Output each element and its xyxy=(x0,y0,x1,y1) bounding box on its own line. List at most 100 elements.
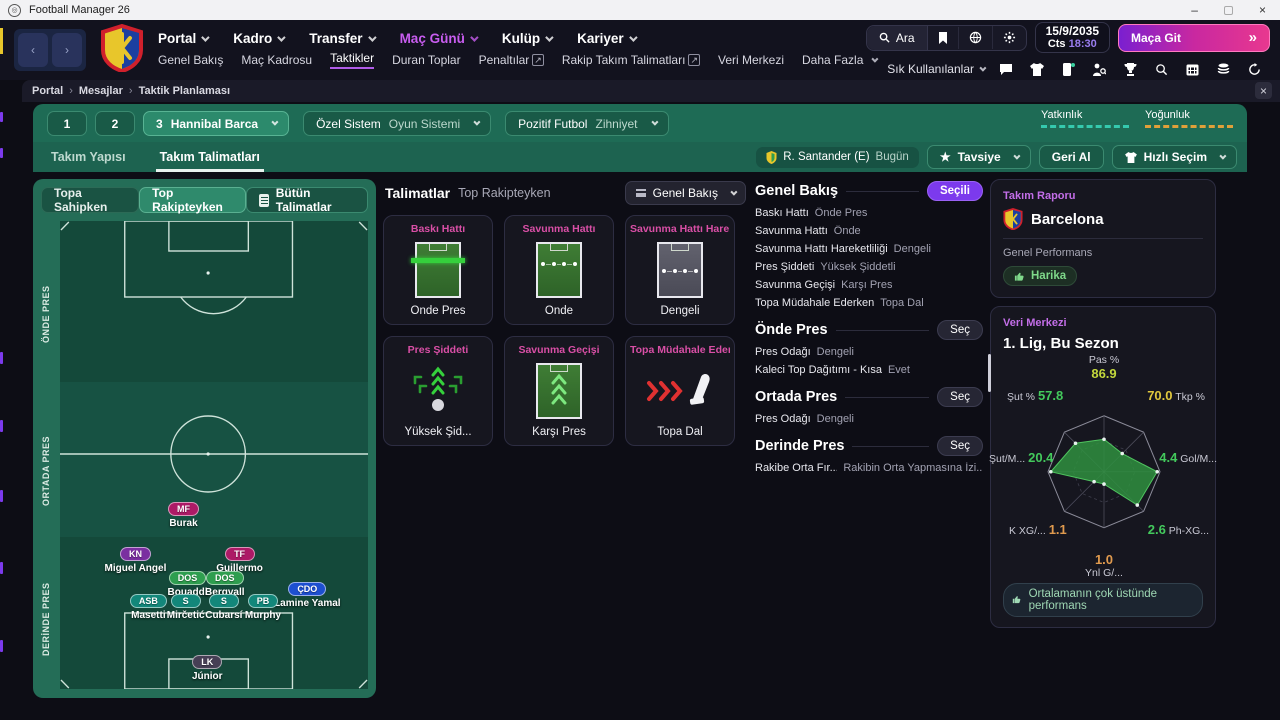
subnav-duran-toplar[interactable]: Duran Toplar xyxy=(392,53,460,67)
breadcrumb-mesajlar[interactable]: Mesajlar xyxy=(79,85,123,97)
quick-pick-dropdown[interactable]: Hızlı Seçim xyxy=(1111,145,1237,169)
subnav-veri-merkezi[interactable]: Veri Merkezi xyxy=(718,53,784,67)
messages-icon[interactable] xyxy=(994,57,1018,81)
data-hub-card[interactable]: Veri Merkezi 1. Lig, Bu Sezon Pas % 86.9 7… xyxy=(989,305,1217,628)
scouting-icon[interactable] xyxy=(1087,57,1111,81)
close-window-button[interactable]: × xyxy=(1259,3,1266,17)
segment-top-rakipteyken[interactable]: Top Rakipteyken xyxy=(139,186,247,214)
mentality-dropdown[interactable]: Pozitif Futbol Zihniyet xyxy=(505,111,669,136)
bookmark-button[interactable] xyxy=(928,26,959,49)
secili-button[interactable]: Seçili xyxy=(926,181,983,201)
subnav-taktikler[interactable]: Taktikler xyxy=(330,51,375,69)
subnav-penaltilar[interactable]: Penaltılar ↗ xyxy=(479,53,544,67)
sec-button[interactable]: Seç xyxy=(937,387,983,407)
setting-row[interactable]: Pres Odağı Dengeli xyxy=(755,346,983,359)
search-button[interactable]: Ara xyxy=(866,25,928,50)
favorites-dropdown[interactable]: Sık Kullanılanlar xyxy=(887,62,987,76)
back-button[interactable]: ‹ xyxy=(18,33,48,67)
setting-row[interactable]: Savunma Geçişi Karşı Pres xyxy=(755,279,983,292)
undo-button[interactable]: Geri Al xyxy=(1038,145,1104,169)
double-chevron-icon: » xyxy=(1248,29,1257,46)
subnav-genel-bakis[interactable]: Genel Bakış xyxy=(158,53,223,67)
close-panel-button[interactable]: × xyxy=(1255,82,1272,99)
setting-row[interactable]: Kaleci Top Dağıtımı - Kısa Evet xyxy=(755,364,983,377)
trophy-icon[interactable] xyxy=(1118,57,1142,81)
advice-dropdown[interactable]: ★ Tavsiye xyxy=(926,145,1031,169)
calendar-icon[interactable] xyxy=(1180,57,1204,81)
tab-takim-talimatlari[interactable]: Takım Talimatları xyxy=(155,144,264,172)
card-topa-mudahale[interactable]: Topa Müdahale Ederken Topa Dal xyxy=(625,336,735,446)
minimize-button[interactable]: – xyxy=(1191,3,1198,17)
window-titlebar: ◎ Football Manager 26 – × xyxy=(0,0,1280,20)
forward-button[interactable]: › xyxy=(52,33,82,67)
radar-axis-label: Şut % 57.8 xyxy=(1007,387,1064,403)
intensity-meter: Yoğunluk xyxy=(1145,109,1233,128)
menu-portal[interactable]: Portal xyxy=(158,31,210,46)
metric-label: Genel Performans xyxy=(1003,247,1093,259)
sec-button[interactable]: Seç xyxy=(937,436,983,456)
tactic-preset-3-selector[interactable]: 3 Hannibal Barca xyxy=(143,111,290,136)
player-marker[interactable]: MF Burak xyxy=(139,499,229,529)
list-icon xyxy=(635,189,646,197)
tactic-preset-1[interactable]: 1 xyxy=(47,111,87,136)
main-header: ‹ › Portal Kadro Transfer Maç Günü Kulüp… xyxy=(0,20,1280,80)
external-link-icon: ↗ xyxy=(532,54,544,66)
radar-axis-label: 70.0 Tkp % xyxy=(1147,387,1205,403)
setting-row[interactable]: Topa Müdahale Ederken Topa Dal xyxy=(755,297,983,310)
all-instructions-button[interactable]: Bütün Talimatlar xyxy=(246,186,368,214)
menu-mac-gunu[interactable]: Maç Günü xyxy=(400,31,479,46)
player-name: Burak xyxy=(169,517,198,529)
game-system-dropdown[interactable]: Özel Sistem Oyun Sistemi xyxy=(303,111,492,136)
menu-kariyer[interactable]: Kariyer xyxy=(577,31,638,46)
setting-row[interactable]: Savunma Hattı Önde xyxy=(755,225,983,238)
segment-topa-sahipken[interactable]: Topa Sahipken xyxy=(41,186,140,214)
scrollbar[interactable] xyxy=(988,354,991,392)
menu-kulup[interactable]: Kulüp xyxy=(502,31,554,46)
menu-kadro[interactable]: Kadro xyxy=(233,31,286,46)
tactic-preset-2[interactable]: 2 xyxy=(95,111,135,136)
manager-badge[interactable]: R. Santander (E) Bugün xyxy=(756,146,919,168)
kit-icon xyxy=(1124,151,1137,163)
thumbs-up-icon xyxy=(1012,596,1021,604)
player-name: Murphy xyxy=(244,609,282,621)
database-icon[interactable] xyxy=(1211,57,1235,81)
gear-icon xyxy=(1003,31,1015,44)
thumbs-up-icon xyxy=(1014,272,1024,281)
settings-button[interactable] xyxy=(993,26,1026,49)
setting-row[interactable]: Pres Odağı Dengeli xyxy=(755,413,983,426)
club-crest xyxy=(100,23,144,77)
card-savunma-gecisi[interactable]: Savunma Geçişi Karşı Pres xyxy=(504,336,614,446)
subnav-mac-kadrosu[interactable]: Maç Kadrosu xyxy=(241,53,312,67)
setting-row[interactable]: Savunma Hattı Hareketliliği Dengeli xyxy=(755,243,983,256)
window-title: Football Manager 26 xyxy=(29,4,130,16)
sec-button[interactable]: Seç xyxy=(937,320,983,340)
menu-transfer[interactable]: Transfer xyxy=(309,31,377,46)
squad-kit-icon[interactable] xyxy=(1025,57,1049,81)
tab-takim-yapisi[interactable]: Takım Yapısı xyxy=(47,144,130,172)
world-button[interactable] xyxy=(959,26,993,49)
search-icon xyxy=(879,32,890,43)
breadcrumb-portal[interactable]: Portal xyxy=(32,85,63,97)
transfers-icon[interactable] xyxy=(1056,57,1080,81)
player-marker[interactable]: PB Murphy xyxy=(218,591,308,621)
analysis-icon[interactable] xyxy=(1149,57,1173,81)
view-dropdown[interactable]: Genel Bakış xyxy=(624,181,746,205)
card-baski-hatti[interactable]: Baskı Hattı Önde Pres xyxy=(383,215,493,325)
radar-axis-label: Pas % 86.9 xyxy=(1088,353,1120,381)
player-position-badge: KN xyxy=(119,547,151,562)
player-marker[interactable]: LK Júnior xyxy=(162,652,252,682)
tactic-pitch[interactable]: MFBurakKNMiguel AngelTFGuillermoDOSBouad… xyxy=(60,221,368,689)
setting-row[interactable]: Pres Şiddeti Yüksek Şiddetli xyxy=(755,261,983,274)
sub-menu: Genel Bakış Maç Kadrosu Taktikler Duran … xyxy=(158,51,879,69)
go-to-match-button[interactable]: Maça Git » xyxy=(1118,23,1270,52)
setting-row[interactable]: Rakibe Orta Fır... Rakibin Orta Yapmasına… xyxy=(755,462,983,475)
setting-row[interactable]: Baskı Hattı Önde Pres xyxy=(755,207,983,220)
game-date[interactable]: 15/9/2035 Cts 18:30 xyxy=(1034,22,1110,53)
card-savunma-hatti[interactable]: Savunma Hattı Önde xyxy=(504,215,614,325)
card-pres-siddeti[interactable]: Pres Şiddeti Yüksek Şid... xyxy=(383,336,493,446)
sync-icon[interactable] xyxy=(1242,57,1266,81)
card-hareketlilik[interactable]: Savunma Hattı Hareketliliği Dengeli xyxy=(625,215,735,325)
team-report-card[interactable]: Takım Raporu Barcelona Genel Performans … xyxy=(990,179,1216,298)
maximize-button[interactable] xyxy=(1223,5,1233,15)
subnav-rakip-talimatlari[interactable]: Rakip Takım Talimatları ↗ xyxy=(562,53,700,67)
